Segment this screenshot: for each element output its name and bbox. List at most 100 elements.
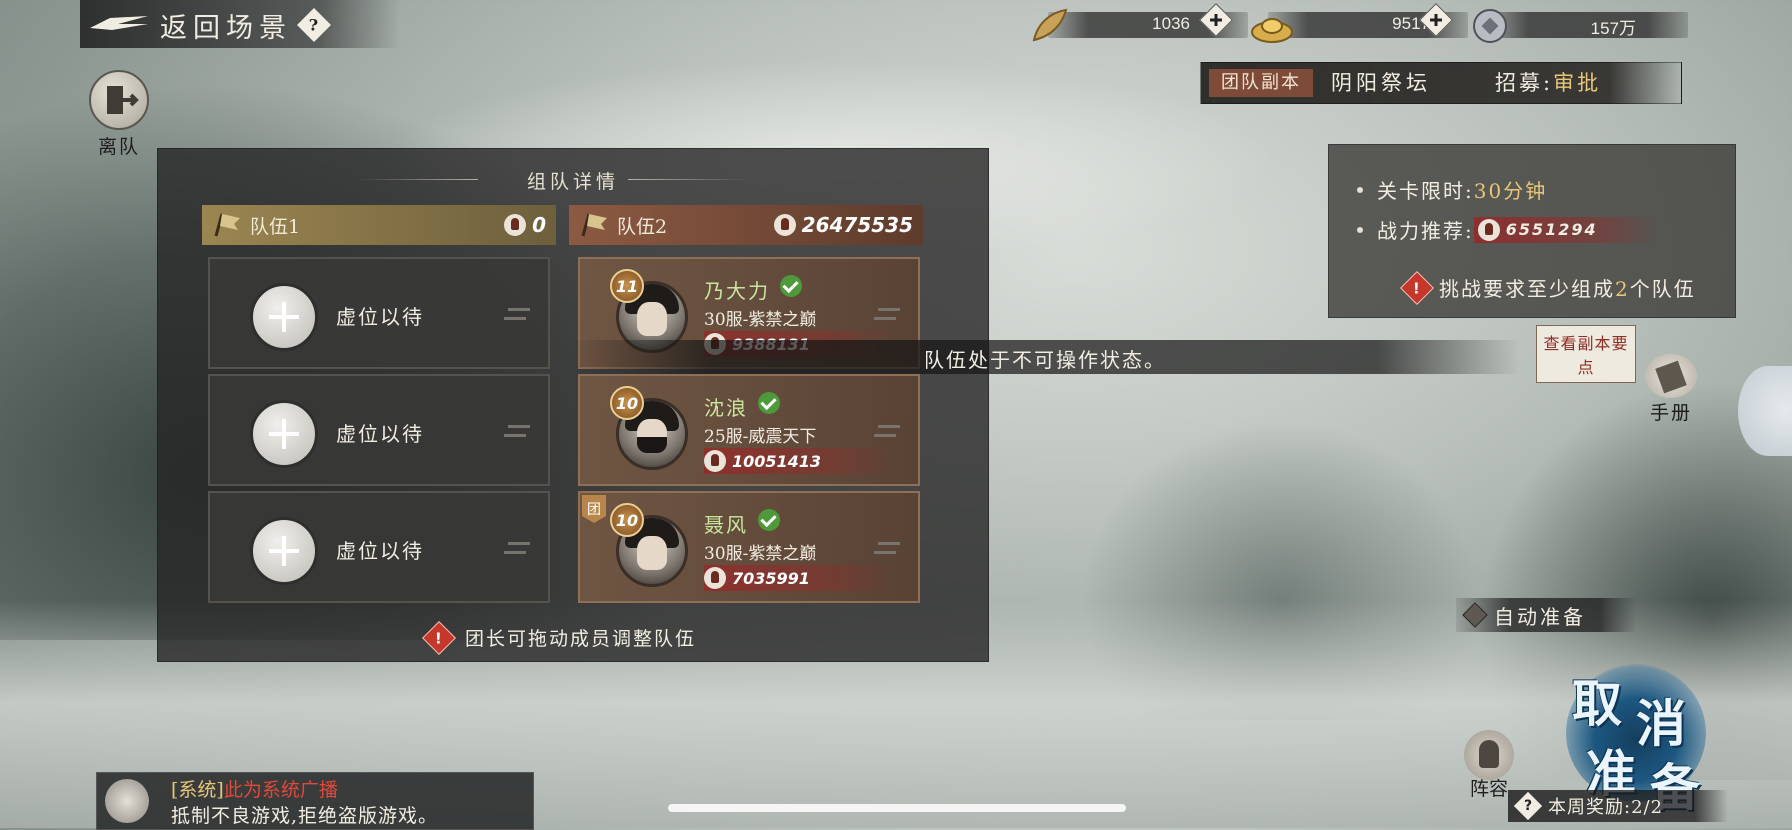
member-level-badge: 10 [610, 503, 644, 537]
toast-text: 队伍处于不可操作状态。 [924, 348, 1166, 372]
member-name: 聂风 [704, 513, 748, 537]
member-level-badge: 10 [610, 386, 644, 420]
status-toast: 队伍处于不可操作状态。 [570, 340, 1520, 374]
dungeon-type-tag: 团队副本 [1209, 69, 1313, 97]
recruit-setting[interactable]: 招募:审批 [1495, 69, 1601, 97]
leader-badge: 团 [582, 495, 606, 523]
drag-hint: ! 团长可拖动成员调整队伍 [422, 620, 697, 655]
gold-ingot-icon [1251, 18, 1293, 43]
coin-icon [1473, 9, 1507, 43]
home-indicator[interactable] [668, 804, 1126, 812]
scroll-book-icon [1645, 354, 1697, 398]
time-limit-value: 30分钟 [1473, 179, 1548, 203]
dungeon-name: 阴阳祭坛 [1331, 71, 1431, 95]
team-flag-icon [214, 213, 240, 237]
team1-empty-slot[interactable]: 虚位以待 [208, 374, 550, 486]
title-divider-right [628, 179, 748, 180]
chat-message: 抵制不良游戏,拒绝盗版游戏。 [171, 805, 439, 827]
chat-broadcast[interactable]: [系统]此为系统广播 抵制不良游戏,拒绝盗版游戏。 [96, 772, 534, 830]
side-menu-handle[interactable] [1738, 366, 1792, 456]
currency-coin: 157万 [1470, 6, 1690, 43]
team1-header: 队伍1 0 [202, 205, 556, 245]
time-limit-row: 关卡限时: 30分钟 [1357, 175, 1547, 204]
swap-icon[interactable] [874, 420, 900, 442]
recommended-power: 6551294 [1473, 216, 1658, 243]
toggle-diamond-icon [1462, 602, 1488, 628]
team-requirement-row: ! 挑战要求至少组成2个队伍 [1400, 270, 1696, 305]
member-power: 10051413 [704, 448, 894, 474]
team2-member-slot[interactable]: 10 沈浪 25服-威震天下 10051413 [578, 374, 920, 486]
dungeon-requirements-card: 关卡限时: 30分钟 战力推荐: 6551294 ! 挑战要求至少组成2个队伍 [1328, 144, 1736, 318]
member-server: 25服-威震天下 [704, 427, 817, 447]
gold-currency-value: 9517 [1392, 14, 1430, 33]
cancel-ready-char: 取 [1572, 674, 1622, 733]
ready-check-icon [758, 509, 780, 531]
back-to-scene-button[interactable]: 返回场景 ? [88, 4, 331, 46]
add-member-icon [250, 400, 318, 468]
auto-ready-toggle[interactable]: 自动准备 [1456, 598, 1636, 632]
member-power: 7035991 [704, 565, 894, 591]
coin-currency-value: 157万 [1590, 19, 1636, 38]
ready-check-icon [780, 275, 802, 297]
recommended-power-row: 战力推荐: 6551294 [1357, 215, 1658, 244]
team1-empty-slot[interactable]: 虚位以待 [208, 491, 550, 603]
ready-check-icon [758, 392, 780, 414]
team2-header: 队伍2 26475535 [569, 205, 923, 245]
leaf-currency-value: 1036 [1152, 14, 1190, 33]
team1-power: 0 [504, 213, 546, 237]
manual-label: 手册 [1649, 402, 1692, 424]
power-icon [773, 214, 796, 236]
recruit-value: 审批 [1553, 71, 1602, 95]
empty-slot-label: 虚位以待 [336, 539, 424, 563]
warning-icon: ! [1400, 270, 1434, 305]
team-flag-icon [581, 213, 607, 237]
swap-icon[interactable] [504, 537, 530, 559]
recruit-label: 招募: [1495, 71, 1554, 95]
empty-slot-label: 虚位以待 [336, 422, 424, 446]
power-icon [1477, 218, 1500, 241]
member-name: 沈浪 [704, 396, 748, 420]
dungeon-info-bar: 团队副本 阴阳祭坛 招募:审批 [1200, 62, 1682, 104]
team1-empty-slot[interactable]: 虚位以待 [208, 257, 550, 369]
auto-ready-label: 自动准备 [1494, 604, 1586, 629]
team2-power: 26475535 [773, 213, 913, 237]
member-server: 30服-紫禁之巅 [704, 310, 817, 330]
chat-header: [系统]此为系统广播 [171, 779, 338, 801]
leaf-currency-icon [1032, 8, 1068, 42]
cancel-ready-char: 消 [1636, 694, 1686, 753]
view-dungeon-tips-button[interactable]: 查看副本要点 [1536, 325, 1636, 383]
background-mountain-center [1080, 420, 1480, 720]
team-details-panel: 组队详情 队伍1 0 队伍2 26475535 虚位以待 虚位以待 虚位以待 1… [157, 148, 989, 662]
cancel-ready-button[interactable]: 取 消 准 备 [1566, 664, 1706, 817]
lineup-icon [1464, 730, 1514, 780]
swap-icon[interactable] [504, 303, 530, 325]
help-icon: ? [1513, 791, 1543, 821]
swap-icon[interactable] [874, 537, 900, 559]
add-member-icon [250, 517, 318, 585]
team2-member-slot[interactable]: 团 10 聂风 30服-紫禁之巅 7035991 [578, 491, 920, 603]
weekly-reward[interactable]: ? 本周奖励:2/2 [1508, 790, 1728, 822]
power-icon [704, 450, 726, 472]
door-exit-icon [89, 70, 149, 130]
brush-arrow-icon [90, 16, 148, 30]
manual-button[interactable]: 手册 [1636, 354, 1706, 425]
warning-icon: ! [422, 620, 456, 655]
swap-icon[interactable] [504, 420, 530, 442]
help-icon[interactable]: ? [297, 8, 331, 42]
system-avatar [105, 779, 149, 823]
panel-title: 组队详情 [526, 171, 619, 193]
leave-team-button[interactable]: 离队 [88, 70, 150, 159]
empty-slot-label: 虚位以待 [336, 305, 424, 329]
add-member-icon [250, 283, 318, 351]
swap-icon[interactable] [874, 303, 900, 325]
power-icon [704, 567, 726, 589]
leave-team-label: 离队 [97, 136, 140, 158]
drag-hint-text: 团长可拖动成员调整队伍 [465, 628, 697, 650]
weekly-reward-text: 本周奖励:2/2 [1548, 797, 1664, 818]
member-name: 乃大力 [704, 279, 770, 303]
member-server: 30服-紫禁之巅 [704, 544, 817, 564]
member-level-badge: 11 [610, 269, 644, 303]
back-title: 返回场景 [160, 12, 292, 44]
team2-name: 队伍2 [617, 215, 668, 238]
power-icon [504, 214, 527, 236]
